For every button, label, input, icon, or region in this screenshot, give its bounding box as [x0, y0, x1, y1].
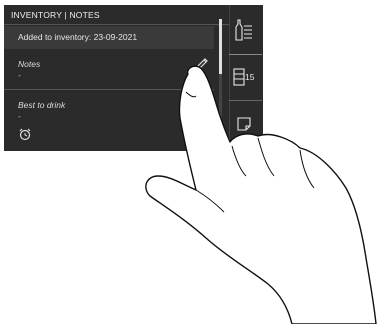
pointing-hand-illustration: [145, 65, 377, 324]
